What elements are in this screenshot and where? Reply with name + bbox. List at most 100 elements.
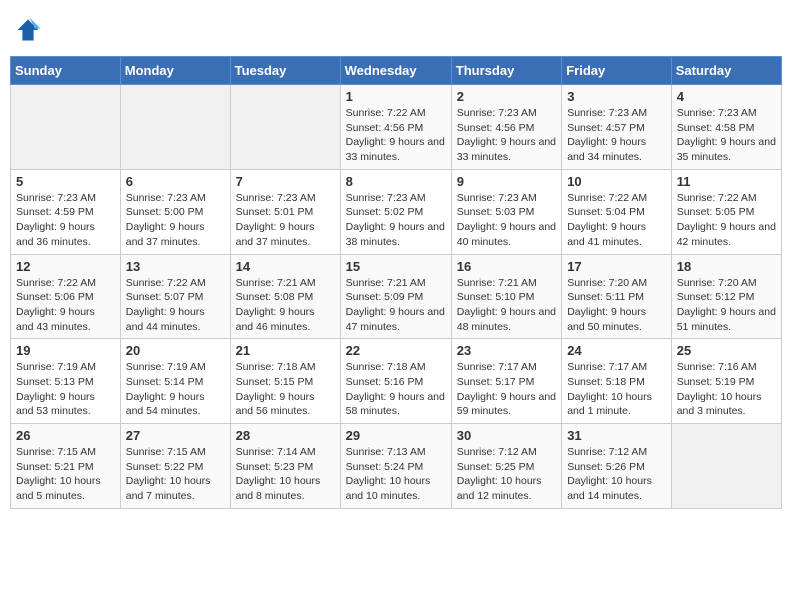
calendar-cell: 9Sunrise: 7:23 AM Sunset: 5:03 PM Daylig… xyxy=(451,169,561,254)
day-info: Sunrise: 7:23 AM Sunset: 4:59 PM Dayligh… xyxy=(16,191,115,250)
day-number: 30 xyxy=(457,428,556,443)
calendar-cell: 10Sunrise: 7:22 AM Sunset: 5:04 PM Dayli… xyxy=(562,169,672,254)
day-number: 16 xyxy=(457,259,556,274)
day-info: Sunrise: 7:16 AM Sunset: 5:19 PM Dayligh… xyxy=(677,360,776,419)
day-number: 27 xyxy=(126,428,225,443)
day-number: 9 xyxy=(457,174,556,189)
day-info: Sunrise: 7:23 AM Sunset: 4:56 PM Dayligh… xyxy=(457,106,556,165)
day-info: Sunrise: 7:18 AM Sunset: 5:15 PM Dayligh… xyxy=(236,360,335,419)
day-number: 18 xyxy=(677,259,776,274)
weekday-header-thursday: Thursday xyxy=(451,57,561,85)
day-number: 22 xyxy=(346,343,446,358)
day-info: Sunrise: 7:17 AM Sunset: 5:17 PM Dayligh… xyxy=(457,360,556,419)
day-info: Sunrise: 7:22 AM Sunset: 4:56 PM Dayligh… xyxy=(346,106,446,165)
calendar-cell: 4 Sunrise: 7:23 AM Sunset: 4:58 PM Daylig… xyxy=(671,85,781,170)
day-info: Sunrise: 7:20 AM Sunset: 5:12 PM Dayligh… xyxy=(677,276,776,335)
calendar-week-5: 26Sunrise: 7:15 AM Sunset: 5:21 PM Dayli… xyxy=(11,424,782,509)
weekday-header-monday: Monday xyxy=(120,57,230,85)
day-number: 29 xyxy=(346,428,446,443)
weekday-header-saturday: Saturday xyxy=(671,57,781,85)
calendar-cell: 14 Sunrise: 7:21 AM Sunset: 5:08 PM Dayli… xyxy=(230,254,340,339)
day-info: Sunrise: 7:20 AM Sunset: 5:11 PM Dayligh… xyxy=(567,276,666,335)
day-number: 4 xyxy=(677,89,776,104)
day-number: 11 xyxy=(677,174,776,189)
day-number: 24 xyxy=(567,343,666,358)
day-number: 8 xyxy=(346,174,446,189)
day-number: 23 xyxy=(457,343,556,358)
weekday-header-sunday: Sunday xyxy=(11,57,121,85)
calendar-week-3: 12 Sunrise: 7:22 AM Sunset: 5:06 PM Dayli… xyxy=(11,254,782,339)
day-info: Sunrise: 7:23 AM Sunset: 5:00 PM Dayligh… xyxy=(126,191,225,250)
calendar-cell xyxy=(230,85,340,170)
calendar-cell: 6 Sunrise: 7:23 AM Sunset: 5:00 PM Daylig… xyxy=(120,169,230,254)
day-number: 14 xyxy=(236,259,335,274)
day-info: Sunrise: 7:14 AM Sunset: 5:23 PM Dayligh… xyxy=(236,445,335,504)
calendar-cell xyxy=(120,85,230,170)
day-number: 13 xyxy=(126,259,225,274)
day-info: Sunrise: 7:13 AM Sunset: 5:24 PM Dayligh… xyxy=(346,445,446,504)
day-info: Sunrise: 7:21 AM Sunset: 5:10 PM Dayligh… xyxy=(457,276,556,335)
day-number: 7 xyxy=(236,174,335,189)
calendar-cell: 28 Sunrise: 7:14 AM Sunset: 5:23 PM Dayli… xyxy=(230,424,340,509)
weekday-header-tuesday: Tuesday xyxy=(230,57,340,85)
calendar-cell: 19 Sunrise: 7:19 AM Sunset: 5:13 PM Dayli… xyxy=(11,339,121,424)
day-number: 20 xyxy=(126,343,225,358)
day-number: 25 xyxy=(677,343,776,358)
calendar-cell: 13 Sunrise: 7:22 AM Sunset: 5:07 PM Dayli… xyxy=(120,254,230,339)
day-info: Sunrise: 7:17 AM Sunset: 5:18 PM Dayligh… xyxy=(567,360,666,419)
day-info: Sunrise: 7:23 AM Sunset: 5:02 PM Dayligh… xyxy=(346,191,446,250)
calendar-cell: 5 Sunrise: 7:23 AM Sunset: 4:59 PM Daylig… xyxy=(11,169,121,254)
calendar-week-1: 1Sunrise: 7:22 AM Sunset: 4:56 PM Daylig… xyxy=(11,85,782,170)
calendar-cell: 31 Sunrise: 7:12 AM Sunset: 5:26 PM Dayli… xyxy=(562,424,672,509)
calendar-cell: 8 Sunrise: 7:23 AM Sunset: 5:02 PM Daylig… xyxy=(340,169,451,254)
day-number: 17 xyxy=(567,259,666,274)
calendar-cell: 3 Sunrise: 7:23 AM Sunset: 4:57 PM Daylig… xyxy=(562,85,672,170)
day-info: Sunrise: 7:23 AM Sunset: 4:58 PM Dayligh… xyxy=(677,106,776,165)
calendar-cell xyxy=(11,85,121,170)
calendar-cell: 11 Sunrise: 7:22 AM Sunset: 5:05 PM Dayli… xyxy=(671,169,781,254)
calendar-cell: 26Sunrise: 7:15 AM Sunset: 5:21 PM Dayli… xyxy=(11,424,121,509)
calendar-cell: 22 Sunrise: 7:18 AM Sunset: 5:16 PM Dayli… xyxy=(340,339,451,424)
day-info: Sunrise: 7:23 AM Sunset: 4:57 PM Dayligh… xyxy=(567,106,666,165)
calendar-cell: 2Sunrise: 7:23 AM Sunset: 4:56 PM Daylig… xyxy=(451,85,561,170)
day-info: Sunrise: 7:22 AM Sunset: 5:07 PM Dayligh… xyxy=(126,276,225,335)
calendar-cell: 29 Sunrise: 7:13 AM Sunset: 5:24 PM Dayli… xyxy=(340,424,451,509)
calendar-cell: 18 Sunrise: 7:20 AM Sunset: 5:12 PM Dayli… xyxy=(671,254,781,339)
calendar-cell: 23 Sunrise: 7:17 AM Sunset: 5:17 PM Dayli… xyxy=(451,339,561,424)
day-number: 12 xyxy=(16,259,115,274)
calendar-cell: 21Sunrise: 7:18 AM Sunset: 5:15 PM Dayli… xyxy=(230,339,340,424)
calendar-cell xyxy=(671,424,781,509)
day-info: Sunrise: 7:21 AM Sunset: 5:09 PM Dayligh… xyxy=(346,276,446,335)
day-info: Sunrise: 7:18 AM Sunset: 5:16 PM Dayligh… xyxy=(346,360,446,419)
day-info: Sunrise: 7:19 AM Sunset: 5:14 PM Dayligh… xyxy=(126,360,225,419)
day-number: 5 xyxy=(16,174,115,189)
calendar-cell: 20 Sunrise: 7:19 AM Sunset: 5:14 PM Dayli… xyxy=(120,339,230,424)
day-info: Sunrise: 7:19 AM Sunset: 5:13 PM Dayligh… xyxy=(16,360,115,419)
day-info: Sunrise: 7:22 AM Sunset: 5:05 PM Dayligh… xyxy=(677,191,776,250)
calendar-cell: 16 Sunrise: 7:21 AM Sunset: 5:10 PM Dayli… xyxy=(451,254,561,339)
day-number: 26 xyxy=(16,428,115,443)
day-number: 28 xyxy=(236,428,335,443)
calendar-week-4: 19 Sunrise: 7:19 AM Sunset: 5:13 PM Dayli… xyxy=(11,339,782,424)
day-number: 15 xyxy=(346,259,446,274)
day-info: Sunrise: 7:15 AM Sunset: 5:22 PM Dayligh… xyxy=(126,445,225,504)
calendar-cell: 25 Sunrise: 7:16 AM Sunset: 5:19 PM Dayli… xyxy=(671,339,781,424)
calendar-cell: 30 Sunrise: 7:12 AM Sunset: 5:25 PM Dayli… xyxy=(451,424,561,509)
calendar-cell: 27 Sunrise: 7:15 AM Sunset: 5:22 PM Dayli… xyxy=(120,424,230,509)
day-info: Sunrise: 7:22 AM Sunset: 5:04 PM Dayligh… xyxy=(567,191,666,250)
day-info: Sunrise: 7:22 AM Sunset: 5:06 PM Dayligh… xyxy=(16,276,115,335)
weekday-header-friday: Friday xyxy=(562,57,672,85)
day-info: Sunrise: 7:12 AM Sunset: 5:26 PM Dayligh… xyxy=(567,445,666,504)
calendar-cell: 1Sunrise: 7:22 AM Sunset: 4:56 PM Daylig… xyxy=(340,85,451,170)
calendar-cell: 12 Sunrise: 7:22 AM Sunset: 5:06 PM Dayli… xyxy=(11,254,121,339)
calendar-cell: 24 Sunrise: 7:17 AM Sunset: 5:18 PM Dayli… xyxy=(562,339,672,424)
day-info: Sunrise: 7:12 AM Sunset: 5:25 PM Dayligh… xyxy=(457,445,556,504)
day-number: 31 xyxy=(567,428,666,443)
calendar-cell: 15 Sunrise: 7:21 AM Sunset: 5:09 PM Dayli… xyxy=(340,254,451,339)
day-info: Sunrise: 7:21 AM Sunset: 5:08 PM Dayligh… xyxy=(236,276,335,335)
day-number: 19 xyxy=(16,343,115,358)
day-number: 3 xyxy=(567,89,666,104)
day-number: 6 xyxy=(126,174,225,189)
logo xyxy=(14,16,44,44)
calendar-cell: 7Sunrise: 7:23 AM Sunset: 5:01 PM Daylig… xyxy=(230,169,340,254)
